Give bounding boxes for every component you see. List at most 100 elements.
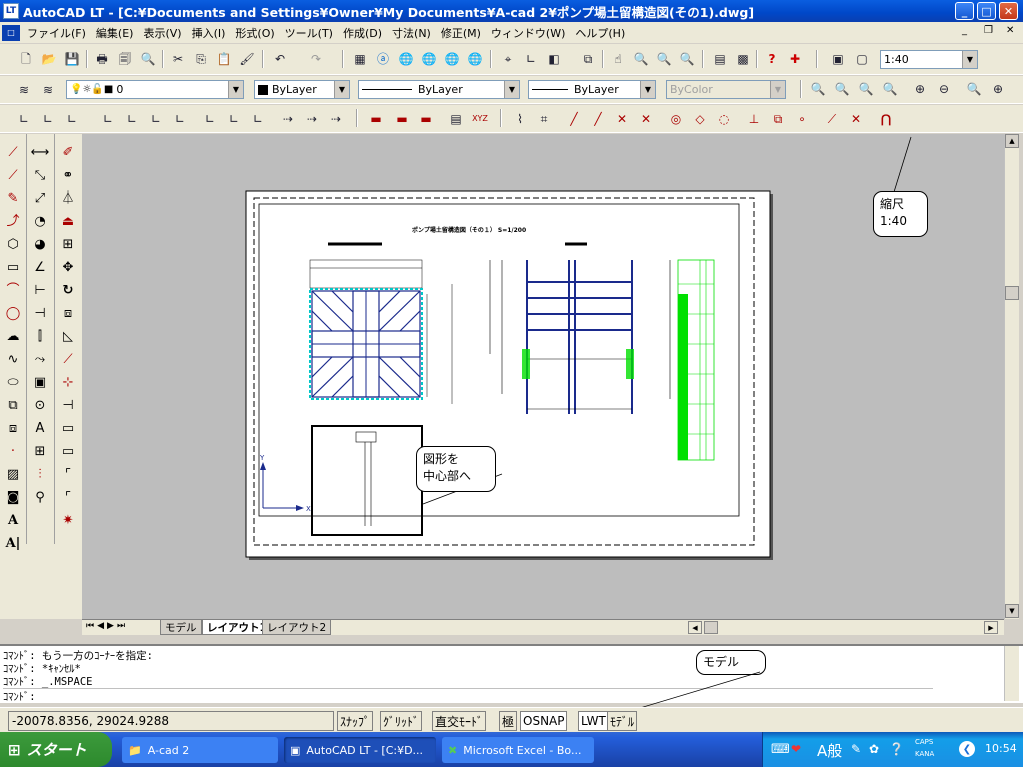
today-icon[interactable]: ⓐ xyxy=(373,49,393,69)
command-scrollbar[interactable] xyxy=(1004,646,1019,701)
open-icon[interactable]: 📂 xyxy=(39,49,59,69)
make-block-icon[interactable]: ⧈ xyxy=(2,418,24,439)
zoom-scale-icon[interactable]: 🔍 xyxy=(856,79,876,99)
ucs-object-icon[interactable]: ∟ xyxy=(98,109,118,129)
center-mark-icon[interactable]: ⊙ xyxy=(29,395,51,416)
help-icon[interactable]: ? xyxy=(762,49,782,69)
etransmit-icon[interactable]: 🌐 xyxy=(442,49,462,69)
osnap-settings-icon[interactable]: ⋂ xyxy=(876,109,896,129)
zoom-all-icon[interactable]: 🔍 xyxy=(964,79,984,99)
text-icon[interactable]: ▤ xyxy=(446,109,466,129)
menu-window[interactable]: ウィンドウ(W) xyxy=(486,25,570,41)
task-autocad[interactable]: ▣ AutoCAD LT - [C:¥D... xyxy=(284,737,436,763)
chevron-down-icon[interactable]: ▼ xyxy=(962,51,977,68)
snap-intersection-icon[interactable]: ✕ xyxy=(612,109,632,129)
spline-icon[interactable]: ∿ xyxy=(2,349,24,370)
new-icon[interactable]: 🗋 xyxy=(16,49,36,69)
chamfer-icon[interactable]: ⌜ xyxy=(57,464,79,485)
dim-ordinate-icon[interactable]: ⤢ xyxy=(29,188,51,209)
menu-tools[interactable]: ツール(T) xyxy=(280,25,338,41)
ucs-world-icon[interactable]: ∟ xyxy=(14,109,34,129)
print-preview-icon[interactable]: 🗐 xyxy=(115,49,135,69)
snap-center-icon[interactable]: ◎ xyxy=(666,109,686,129)
polyline-icon[interactable]: ✎ xyxy=(2,188,24,209)
task-excel[interactable]: ✖ Microsoft Excel - Bo... xyxy=(442,737,594,763)
properties-icon[interactable]: ▤ xyxy=(710,49,730,69)
named-views-icon[interactable]: ⧉ xyxy=(578,49,598,69)
polar-toggle[interactable]: 極 xyxy=(499,711,518,731)
tolerance-icon[interactable]: ▣ xyxy=(29,372,51,393)
dim-baseline-icon[interactable]: ▬ xyxy=(416,109,436,129)
object-snap-icon[interactable]: ⌖ xyxy=(498,49,518,69)
rotate-icon[interactable]: ↻ xyxy=(57,280,79,301)
zoom-in-icon[interactable]: ⊕ xyxy=(910,79,930,99)
dim-edit-icon[interactable]: A xyxy=(29,418,51,439)
paste-icon[interactable]: 📋 xyxy=(214,49,234,69)
ime-pad-icon[interactable]: ❤ xyxy=(791,742,801,756)
ucs-x-icon[interactable]: ∟ xyxy=(200,109,220,129)
dim-text-edit-icon[interactable]: ⊞ xyxy=(29,441,51,462)
menu-draw[interactable]: 作成(D) xyxy=(338,25,387,41)
fillet-icon[interactable]: ⌜ xyxy=(57,487,79,508)
save-icon[interactable]: 💾 xyxy=(62,49,82,69)
dim-linear-icon[interactable]: ⟷ xyxy=(29,142,51,163)
snap-endpoint-icon[interactable]: ╱ xyxy=(564,109,584,129)
array-icon[interactable]: ⊞ xyxy=(57,234,79,255)
circle-icon[interactable]: ◯ xyxy=(2,303,24,324)
undo-icon[interactable]: ↶ xyxy=(270,49,290,69)
tab-layout2[interactable]: レイアウト2 xyxy=(262,620,332,635)
zoom-dynamic-icon[interactable]: 🔍 xyxy=(832,79,852,99)
redo-icon[interactable]: ↷ xyxy=(306,49,326,69)
copy-icon[interactable]: ⎘ xyxy=(191,49,211,69)
layer-manager-icon[interactable]: ≋ xyxy=(14,80,34,100)
tray-expand-icon[interactable]: ❮ xyxy=(959,741,975,757)
hatch-icon[interactable]: ▨ xyxy=(2,464,24,485)
scroll-thumb[interactable] xyxy=(1005,286,1019,300)
chevron-down-icon[interactable]: ▼ xyxy=(228,81,243,98)
quick-dim-icon[interactable]: ⊢ xyxy=(29,280,51,301)
explode-icon[interactable]: ✷ xyxy=(57,510,79,531)
menu-insert[interactable]: 挿入(I) xyxy=(187,25,231,41)
lwt-toggle[interactable]: LWT xyxy=(578,711,609,731)
dim-aligned-icon[interactable]: ⤡ xyxy=(29,165,51,186)
dim-angular-icon[interactable]: ∠ xyxy=(29,257,51,278)
line-icon[interactable]: ⟋ xyxy=(2,142,24,163)
erase-icon[interactable]: ✐ xyxy=(57,142,79,163)
break-at-point-icon[interactable]: ▭ xyxy=(57,441,79,462)
hscroll-left-icon[interactable]: ◀ xyxy=(688,621,702,634)
document-icon[interactable]: □ xyxy=(2,24,20,41)
snap-midpoint-icon[interactable]: ╱ xyxy=(588,109,608,129)
maximize-button[interactable]: □ xyxy=(977,2,996,20)
snap-perpendicular-icon[interactable]: ⊥ xyxy=(744,109,764,129)
arc-icon[interactable]: ⌒ xyxy=(2,280,24,301)
model-space-icon[interactable]: ▣ xyxy=(828,49,848,69)
copy-object-icon[interactable]: ⚭ xyxy=(57,165,79,186)
paper-space-icon[interactable]: ▢ xyxy=(852,49,872,69)
doc-close-button[interactable]: ✕ xyxy=(1006,25,1014,36)
layer-previous-icon[interactable]: ≋ xyxy=(38,80,58,100)
ucs-previous-icon[interactable]: ∟ xyxy=(62,109,82,129)
ellipse-icon[interactable]: ⬭ xyxy=(2,372,24,393)
dim-linear-icon[interactable]: ▬ xyxy=(366,109,386,129)
stretch-icon[interactable]: ◺ xyxy=(57,326,79,347)
menu-format[interactable]: 形式(O) xyxy=(230,25,279,41)
zoom-window-icon[interactable]: 🔍 xyxy=(654,49,674,69)
viewport-scale-select[interactable]: 1:40 ▼ xyxy=(880,50,978,69)
ime-tool-icon[interactable]: ✎ xyxy=(851,742,861,756)
snap-nearest-icon[interactable]: ⟋ xyxy=(822,109,842,129)
dim-diameter-icon[interactable]: ◕ xyxy=(29,234,51,255)
drawing-canvas[interactable]: ポンプ場土留構造図（その１） S=1/200 Y X xyxy=(82,134,1004,619)
layer-select[interactable]: 💡☼🔓■ 0 ▼ xyxy=(66,80,244,99)
mtext-icon[interactable]: A xyxy=(2,510,24,531)
ime-mode[interactable]: A般 xyxy=(817,740,842,761)
ucs-origin-icon[interactable]: ∟ xyxy=(170,109,190,129)
chevron-down-icon[interactable]: ▼ xyxy=(640,81,655,98)
scroll-up-icon[interactable]: ▲ xyxy=(1005,134,1019,148)
task-a-cad2[interactable]: 📁 A-cad 2 xyxy=(122,737,278,763)
ucs-view-icon[interactable]: ∟ xyxy=(146,109,166,129)
rectangle-icon[interactable]: ▭ xyxy=(2,257,24,278)
ucs-apply-icon[interactable]: ⇢ xyxy=(278,109,298,129)
menu-help[interactable]: ヘルプ(H) xyxy=(570,25,630,41)
text-single-icon[interactable]: A| xyxy=(2,533,24,554)
menu-edit[interactable]: 編集(E) xyxy=(91,25,139,41)
